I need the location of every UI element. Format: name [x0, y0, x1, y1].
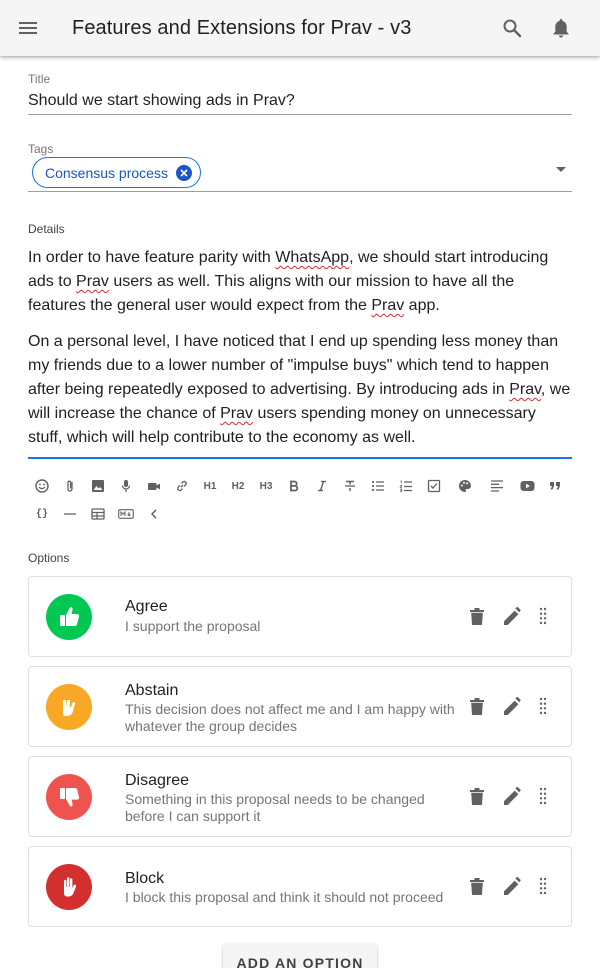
checklist-icon[interactable] — [420, 472, 448, 500]
align-left-icon[interactable] — [483, 472, 511, 500]
drag-handle-icon[interactable] — [531, 604, 555, 628]
emoji-icon[interactable] — [28, 472, 56, 500]
microphone-icon[interactable] — [112, 472, 140, 500]
link-icon[interactable] — [168, 472, 196, 500]
edit-icon[interactable] — [501, 874, 525, 898]
italic-icon[interactable] — [308, 472, 336, 500]
option-name: Disagree — [125, 772, 190, 789]
attachment-icon[interactable] — [56, 472, 84, 500]
strikethrough-icon[interactable] — [336, 472, 364, 500]
heading-2-button[interactable]: H2 — [224, 472, 252, 500]
title-input[interactable] — [28, 88, 572, 115]
menu-icon[interactable] — [16, 16, 40, 40]
heading-1-button[interactable]: H1 — [196, 472, 224, 500]
search-icon[interactable] — [500, 16, 524, 40]
option-description: This decision does not affect me and I a… — [125, 701, 455, 734]
hand-abstain-icon — [46, 684, 92, 730]
close-icon[interactable] — [175, 164, 192, 181]
details-label: Details — [28, 222, 65, 236]
dropdown-arrow-icon[interactable] — [556, 167, 566, 172]
palette-icon[interactable] — [451, 472, 479, 500]
edit-icon[interactable] — [501, 784, 525, 808]
delete-icon[interactable] — [465, 694, 489, 718]
chevron-left-icon[interactable] — [140, 500, 168, 528]
numbered-list-icon[interactable] — [392, 472, 420, 500]
thumbs-down-icon — [46, 774, 92, 820]
page-title: Features and Extensions for Prav - v3 — [72, 17, 412, 39]
delete-icon[interactable] — [465, 784, 489, 808]
option-card-abstain: Abstain This decision does not affect me… — [28, 666, 572, 747]
options-label: Options — [28, 551, 70, 565]
table-icon[interactable] — [84, 500, 112, 528]
horizontal-rule-icon[interactable] — [56, 500, 84, 528]
image-icon[interactable] — [84, 472, 112, 500]
option-description: Something in this proposal needs to be c… — [125, 791, 425, 824]
edit-icon[interactable] — [501, 694, 525, 718]
option-card-disagree: Disagree Something in this proposal need… — [28, 756, 572, 837]
thumbs-up-icon — [46, 594, 92, 640]
tags-label: Tags — [28, 142, 54, 156]
markdown-icon[interactable] — [112, 500, 140, 528]
details-editor[interactable]: In order to have feature parity with Wha… — [28, 246, 572, 459]
edit-icon[interactable] — [501, 604, 525, 628]
video-icon[interactable] — [140, 472, 168, 500]
option-description: I support the proposal — [125, 618, 261, 634]
option-name: Abstain — [125, 682, 179, 699]
option-name: Agree — [125, 598, 168, 615]
title-label: Title — [28, 72, 51, 86]
add-option-button[interactable]: ADD AN OPTION — [223, 943, 377, 968]
bold-icon[interactable] — [280, 472, 308, 500]
tag-chip-label: Consensus process — [45, 164, 168, 181]
delete-icon[interactable] — [465, 874, 489, 898]
notifications-icon[interactable] — [549, 16, 573, 40]
youtube-icon[interactable] — [513, 472, 541, 500]
drag-handle-icon[interactable] — [531, 874, 555, 898]
bullet-list-icon[interactable] — [364, 472, 392, 500]
hand-stop-icon — [46, 864, 92, 910]
details-paragraph: In order to have feature parity with Wha… — [28, 249, 549, 314]
app-bar: Features and Extensions for Prav - v3 — [0, 0, 600, 56]
details-paragraph: On a personal level, I have noticed that… — [28, 333, 571, 446]
tags-select[interactable]: Consensus process — [28, 155, 572, 192]
drag-handle-icon[interactable] — [531, 784, 555, 808]
option-description: I block this proposal and think it shoul… — [125, 889, 444, 905]
delete-icon[interactable] — [465, 604, 489, 628]
tag-chip[interactable]: Consensus process — [32, 157, 201, 188]
option-card-block: Block I block this proposal and think it… — [28, 846, 572, 927]
option-card-agree: Agree I support the proposal — [28, 576, 572, 657]
quote-icon[interactable] — [541, 472, 569, 500]
drag-handle-icon[interactable] — [531, 694, 555, 718]
option-name: Block — [125, 870, 165, 887]
heading-3-button[interactable]: H3 — [252, 472, 280, 500]
code-block-button[interactable]: {} — [28, 500, 56, 528]
